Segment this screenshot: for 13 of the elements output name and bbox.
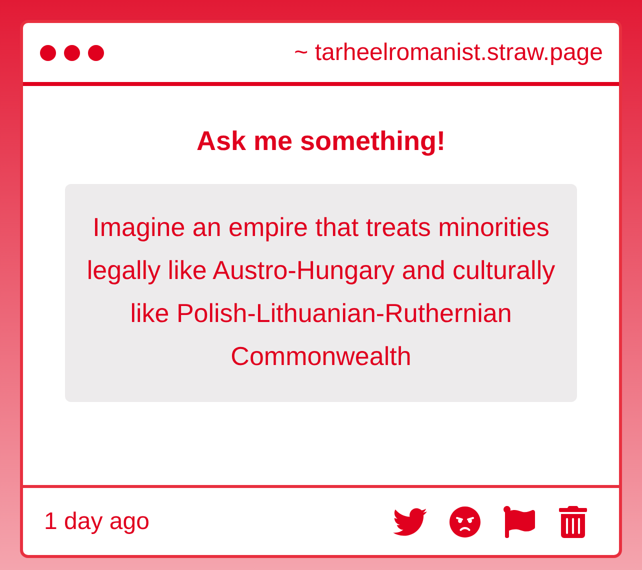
window-dot <box>40 44 56 60</box>
post-time: 1 day ago <box>44 508 150 536</box>
trash-button[interactable] <box>557 506 589 538</box>
trash-icon <box>557 506 589 538</box>
flag-button[interactable] <box>503 506 535 538</box>
prompt-heading: Ask me something! <box>196 126 446 157</box>
window-dot <box>64 44 80 60</box>
flag-icon <box>503 506 535 538</box>
angry-face-icon <box>449 506 481 538</box>
page-address: ~ tarheelromanist.straw.page <box>294 38 603 66</box>
question-text: Imagine an empire that treats minorities legally like Austro-Hungary and culturally like Polish-Lithuanian-Ruthernian Commonwealth <box>65 184 577 402</box>
window-dot <box>88 44 104 60</box>
angry-face-button[interactable] <box>449 506 481 538</box>
